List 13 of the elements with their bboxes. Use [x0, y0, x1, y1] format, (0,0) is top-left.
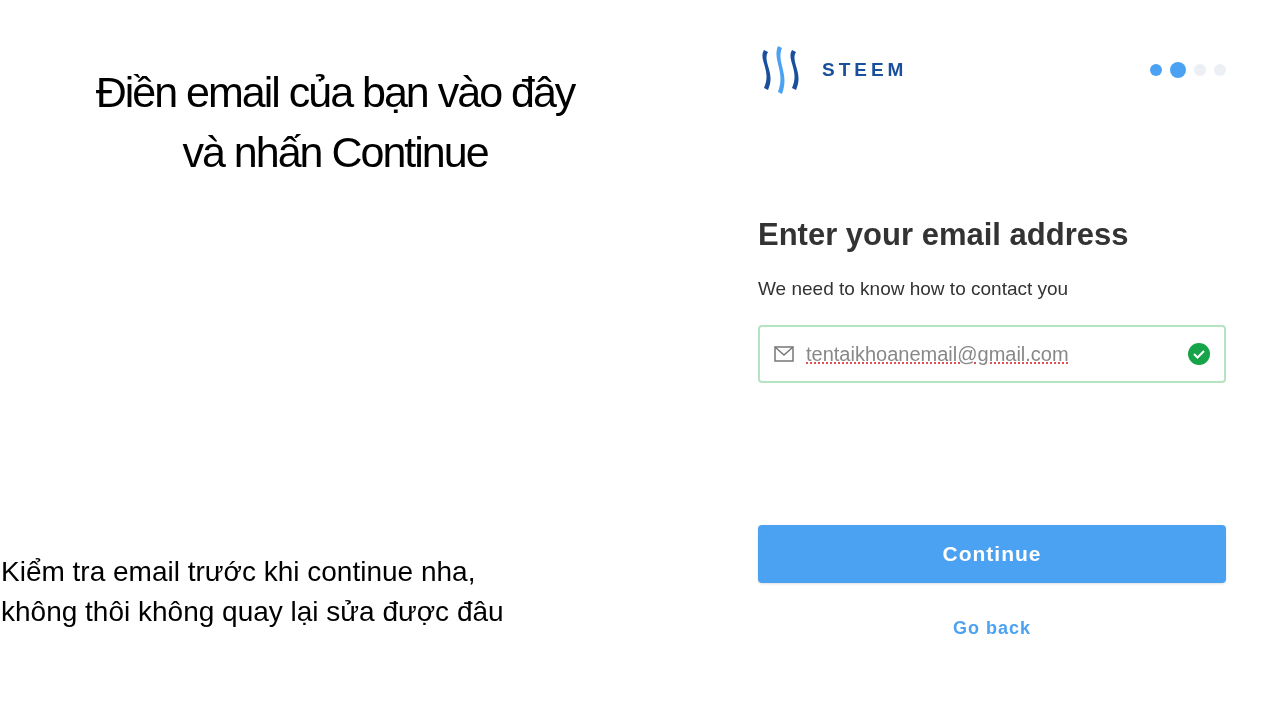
form-subtitle: We need to know how to contact you [758, 276, 1070, 301]
continue-button[interactable]: Continue [758, 525, 1226, 583]
annotation-note: không thôi không quay lại sửa được đâu [1, 595, 505, 629]
logo-text: STEEM [822, 57, 908, 82]
email-field[interactable]: tentaikhoanemail@gmail.com [758, 325, 1226, 383]
form-heading: Enter your email address [758, 216, 1130, 254]
annotation-note: Kiểm tra email trước khi continue nha, [1, 555, 477, 589]
mail-icon [774, 346, 794, 362]
annotation-title: và nhấn Continue [182, 127, 488, 178]
back-link[interactable]: Go back [953, 615, 1031, 642]
check-icon [1188, 343, 1210, 365]
annotation-title: Điền email của bạn vào đây [95, 67, 575, 118]
email-value: tentaikhoanemail@gmail.com [806, 342, 1070, 367]
